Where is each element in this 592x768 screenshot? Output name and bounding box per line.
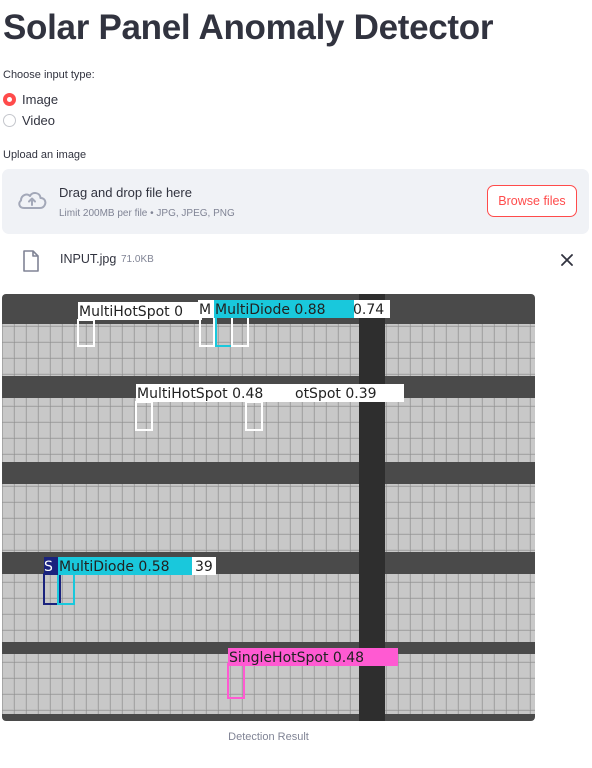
detection-label: M [199, 302, 211, 318]
image-caption: Detection Result [228, 731, 309, 743]
radio-unchecked-icon[interactable] [3, 114, 16, 127]
file-name: INPUT.jpg [60, 252, 117, 266]
detection-label: 0.74 [353, 302, 384, 318]
radio-checked-icon[interactable] [3, 93, 16, 106]
browse-files-button[interactable]: Browse files [487, 185, 577, 217]
radio-image[interactable]: Image [3, 92, 58, 107]
detection-label: MultiDiode 0.58 [59, 559, 170, 575]
radio-video-label: Video [22, 113, 56, 128]
radio-video[interactable]: Video [3, 113, 55, 128]
detection-label: MultiDiode 0.88 [215, 302, 326, 318]
radio-image-label: Image [22, 92, 59, 107]
file-size: 71.0KB [121, 254, 154, 265]
dropzone-instruction: Drag and drop file here [59, 185, 192, 200]
upload-label: Upload an image [3, 149, 87, 161]
file-icon [23, 250, 39, 272]
file-dropzone[interactable]: Drag and drop file here Limit 200MB per … [2, 169, 589, 234]
detection-label: 39 [195, 559, 213, 575]
dropzone-limit-text: Limit 200MB per file • JPG, JPEG, PNG [59, 208, 235, 219]
input-type-label: Choose input type: [3, 69, 95, 81]
detection-result-image: MultiHotSpot 0 M 0.74 MultiDiode 0.88 Mu… [2, 294, 535, 721]
cloud-upload-icon [18, 192, 47, 209]
uploaded-file-row: INPUT.jpg 71.0KB [2, 246, 589, 276]
page-title: Solar Panel Anomaly Detector [3, 8, 494, 47]
detection-label: MultiHotSpot 0 [79, 304, 183, 320]
detection-label: otSpot 0.39 [295, 386, 377, 402]
detection-label: SingleHotSpot 0.48 [229, 650, 364, 666]
detection-label: S [44, 559, 53, 575]
detection-label: MultiHotSpot 0.48 [137, 386, 263, 402]
close-icon[interactable] [559, 252, 575, 268]
